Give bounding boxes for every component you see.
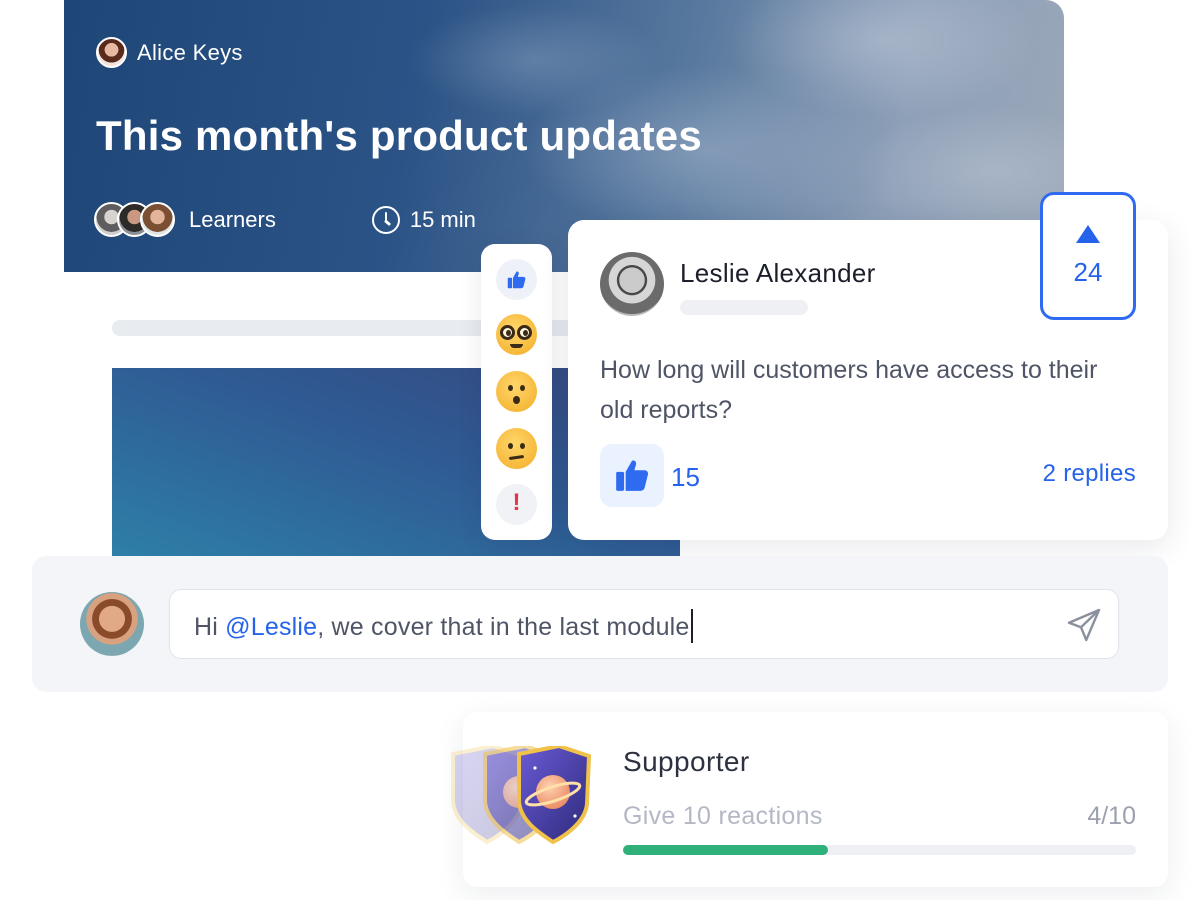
comment-meta-placeholder xyxy=(680,300,808,315)
confused-face-icon[interactable] xyxy=(496,428,537,469)
thumbs-up-icon xyxy=(507,271,526,289)
replies-link[interactable]: 2 replies xyxy=(1043,460,1136,488)
badge-shield-icon xyxy=(451,746,592,845)
upvote-arrow-icon xyxy=(1076,225,1100,243)
hero-meta: Learners 15 min xyxy=(94,202,476,237)
exclamation-reaction-button[interactable]: ! xyxy=(496,484,537,525)
duration-label: 15 min xyxy=(409,206,476,232)
like-reaction-button[interactable] xyxy=(496,259,537,300)
achievement-progress-label: 4/10 xyxy=(1087,802,1136,830)
comment-like-button[interactable] xyxy=(600,444,664,507)
comment-text: How long will customers have access to t… xyxy=(600,356,1098,424)
author-name: Alice Keys xyxy=(137,39,243,65)
vote-count: 24 xyxy=(1073,257,1103,287)
nerd-face-icon[interactable] xyxy=(496,314,537,355)
learner-avatars xyxy=(94,202,175,237)
duration: 15 min xyxy=(371,205,476,234)
achievement-goal: Give 10 reactions xyxy=(623,802,823,830)
reply-suffix: , we cover that in the last module xyxy=(317,613,690,641)
commenter-name: Leslie Alexander xyxy=(680,258,876,288)
reply-input-value[interactable]: Hi @Leslie, we cover that in the last mo… xyxy=(194,609,693,643)
commenter-avatar xyxy=(600,252,664,316)
exclamation-icon: ! xyxy=(512,489,521,516)
reply-composer: Hi @Leslie, we cover that in the last mo… xyxy=(32,556,1168,692)
clock-icon xyxy=(371,205,400,234)
mention-tag[interactable]: @Leslie xyxy=(225,613,317,641)
achievement-card: Supporter Give 10 reactions 4/10 xyxy=(451,712,1168,887)
text-caret xyxy=(690,609,693,643)
send-icon[interactable] xyxy=(1066,607,1102,643)
achievement-progress-bar xyxy=(623,845,1136,855)
reply-prefix: Hi xyxy=(194,613,226,641)
reaction-picker: ! xyxy=(481,244,552,540)
learner-avatar xyxy=(140,202,175,237)
like-count: 15 xyxy=(671,462,700,492)
current-user-avatar xyxy=(80,592,144,656)
thumbs-up-icon xyxy=(616,460,649,491)
achievement-progress-fill xyxy=(623,845,829,855)
achievement-title: Supporter xyxy=(623,746,750,777)
course-title: This month's product updates xyxy=(96,112,702,159)
hero-author: Alice Keys xyxy=(96,37,243,68)
author-avatar xyxy=(96,37,127,68)
hushed-face-icon[interactable] xyxy=(496,371,537,412)
reply-input[interactable]: Hi @Leslie, we cover that in the last mo… xyxy=(169,589,1119,659)
upvote-button[interactable]: 24 xyxy=(1040,192,1136,320)
audience-label: Learners xyxy=(189,206,276,232)
